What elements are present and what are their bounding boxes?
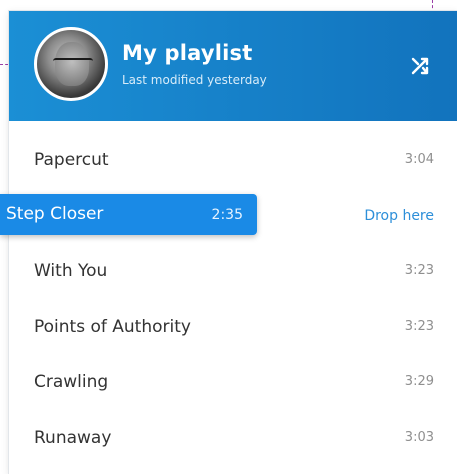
drop-here-label: Drop here (364, 207, 434, 224)
dragged-track[interactable]: Step Closer 2:35 (0, 194, 257, 235)
track-duration: 3:23 (404, 263, 434, 278)
track-duration: 3:03 (404, 430, 434, 445)
playlist-panel: My playlist Last modified yesterday Pape… (9, 11, 457, 474)
track-row[interactable]: Runaway 3:03 (9, 410, 457, 465)
track-name: Points of Authority (34, 316, 191, 337)
track-name: Runaway (34, 427, 112, 448)
track-row[interactable]: Papercut 3:04 (9, 132, 457, 187)
dragged-track-duration: 2:35 (211, 207, 243, 223)
track-name: Papercut (34, 149, 109, 170)
dragged-track-name: Step Closer (6, 204, 104, 224)
track-duration: 3:29 (404, 374, 434, 389)
track-duration: 3:04 (404, 152, 434, 167)
playlist-title: My playlist (122, 41, 253, 65)
track-row[interactable]: Crawling 3:29 (9, 354, 457, 409)
avatar[interactable] (34, 27, 108, 101)
track-row[interactable]: Points of Authority 3:23 (9, 299, 457, 354)
playlist-subtitle: Last modified yesterday (122, 73, 267, 87)
track-duration: 3:23 (404, 319, 434, 334)
shuffle-icon[interactable] (409, 54, 433, 78)
playlist-header: My playlist Last modified yesterday (9, 11, 457, 121)
track-row[interactable]: With You 3:23 (9, 243, 457, 298)
track-name: With You (34, 260, 108, 281)
track-name: Crawling (34, 371, 109, 392)
avatar-glasses (53, 58, 93, 69)
